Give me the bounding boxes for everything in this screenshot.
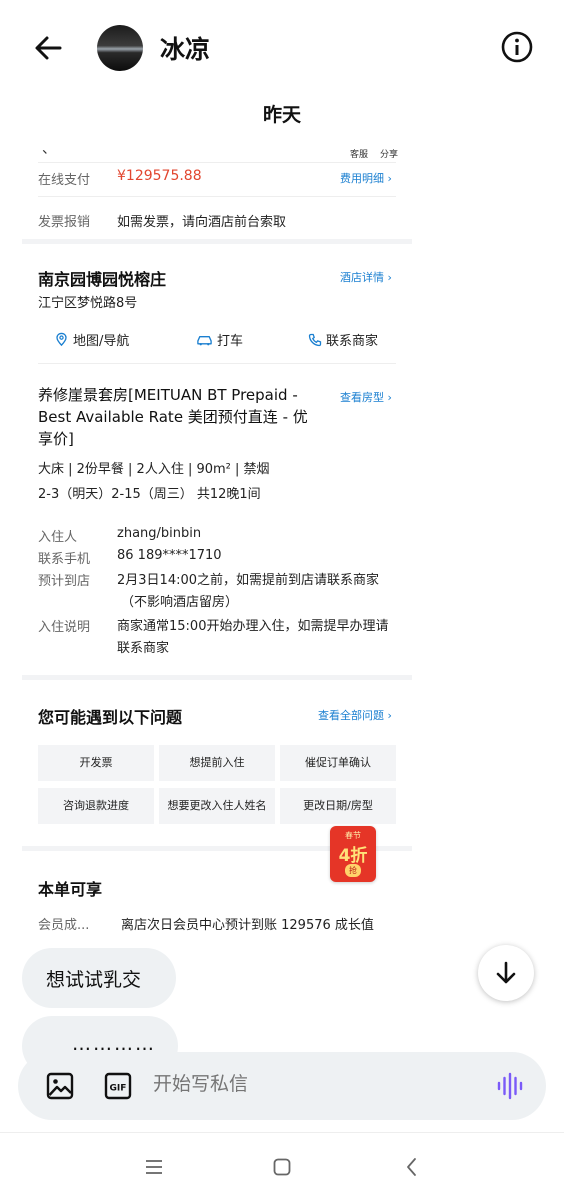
faq-item[interactable]: 想要更改入住人姓名 — [159, 788, 275, 824]
taxi-button[interactable]: 打车 — [196, 330, 243, 349]
promo-main-text: 4折 — [338, 846, 368, 866]
voice-waveform-icon[interactable] — [496, 1072, 524, 1100]
section-separator — [22, 675, 412, 680]
payment-amount: ¥129575.88 — [117, 168, 202, 184]
promo-top-text: 春节 — [345, 831, 361, 840]
room-dates: 2-3（明天）2-15（周三） 共12晚1间 — [38, 487, 261, 502]
location-pin-icon — [56, 332, 67, 347]
checkin-text: 商家通常15:00开始办理入住，如需提早办理请 联系商家 — [117, 616, 388, 660]
guest-value: zhang/binbin — [117, 526, 202, 541]
invoice-label: 发票报销 — [38, 215, 91, 230]
recent-apps-icon[interactable] — [144, 1157, 164, 1177]
arrival-label: 预计到店 — [38, 574, 91, 589]
checkin-line: 商家通常15:00开始办理入住，如需提早办理请 — [117, 619, 389, 634]
arrival-line: （不影响酒店留房） — [121, 595, 239, 610]
section-separator — [22, 239, 412, 244]
message-input[interactable] — [153, 1073, 473, 1095]
faq-item[interactable]: 咨询退款进度 — [38, 788, 154, 824]
promo-badge[interactable]: 春节 4折 抢 — [330, 826, 376, 882]
divider — [38, 196, 396, 197]
room-title-line: 养修崖景套房[MEITUAN BT Prepaid - — [38, 386, 298, 404]
room-title-line: 享价] — [38, 430, 74, 448]
guest-label: 入住人 — [38, 530, 78, 545]
phone-label: 联系手机 — [38, 552, 91, 567]
back-arrow-icon[interactable] — [30, 30, 66, 66]
room-specs: 大床 | 2份早餐 | 2人入住 | 90m² | 禁烟 — [38, 462, 270, 477]
svg-text:GIF: GIF — [110, 1084, 127, 1094]
invoice-text: 如需发票，请向酒店前台索取 — [117, 215, 287, 230]
phone-icon — [308, 333, 322, 346]
system-navigation-bar — [0, 1132, 564, 1201]
faq-all-link[interactable]: 查看全部问题 › — [318, 707, 392, 723]
contact-name[interactable]: 冰凉 — [160, 30, 210, 66]
faq-item[interactable]: 开发票 — [38, 745, 154, 781]
hotel-name: 南京园博园悦榕庄 — [38, 270, 167, 289]
arrow-down-icon — [496, 961, 516, 984]
hotel-address: 江宁区梦悦路8号 — [38, 296, 138, 311]
taxi-label: 打车 — [217, 334, 244, 349]
car-icon — [197, 335, 212, 345]
order-top-mark: 、 — [42, 141, 56, 157]
room-title: 养修崖景套房[MEITUAN BT Prepaid - Best Availab… — [38, 384, 308, 450]
customer-service-link[interactable]: 客服 — [350, 147, 368, 160]
map-navigation-label: 地图/导航 — [73, 334, 130, 349]
member-label: 会员成... — [38, 918, 90, 933]
home-icon[interactable] — [272, 1157, 292, 1177]
map-navigation-button[interactable]: 地图/导航 — [54, 330, 129, 349]
faq-title: 您可能遇到以下问题 — [38, 708, 183, 727]
payment-label: 在线支付 — [38, 173, 91, 188]
date-divider: 昨天 — [262, 104, 301, 126]
member-text: 离店次日会员中心预计到账 129576 成长值 — [121, 918, 374, 933]
order-card-image[interactable]: 、 客服 分享 在线支付 ¥129575.88 费用明细 › 发票报销 如需发票… — [22, 138, 412, 1048]
room-type-link[interactable]: 查看房型 › — [340, 389, 392, 405]
promo-grab-text: 抢 — [345, 864, 361, 877]
info-icon[interactable] — [500, 30, 534, 64]
suggestion-text: 想试试乳交 — [46, 969, 142, 991]
scroll-to-bottom-button[interactable] — [478, 945, 534, 1001]
divider — [38, 363, 396, 364]
contact-merchant-label: 联系商家 — [326, 334, 379, 349]
checkin-line: 联系商家 — [117, 641, 170, 656]
faq-item[interactable]: 催促订单确认 — [280, 745, 396, 781]
arrival-line: 2月3日14:00之前，如需提前到店请联系商家 — [117, 573, 380, 588]
checkin-label: 入住说明 — [38, 620, 91, 635]
contact-merchant-button[interactable]: 联系商家 — [308, 330, 378, 349]
share-title: 本单可享 — [38, 880, 103, 899]
faq-item[interactable]: 想提前入住 — [159, 745, 275, 781]
phone-value: 86 189****1710 — [117, 548, 222, 563]
room-title-line: Best Available Rate 美团预付直连 - 优 — [38, 408, 308, 426]
gif-icon[interactable]: GIF — [104, 1072, 132, 1100]
hotel-detail-link[interactable]: 酒店详情 › — [340, 269, 392, 285]
cost-detail-link[interactable]: 费用明细 › — [340, 170, 392, 186]
chat-header: 冰凉 — [0, 0, 564, 95]
faq-item[interactable]: 更改日期/房型 — [280, 788, 396, 824]
avatar[interactable] — [97, 25, 143, 71]
suggestion-bubble[interactable]: 想试试乳交 — [22, 948, 176, 1008]
image-icon[interactable] — [46, 1072, 74, 1100]
share-link[interactable]: 分享 — [380, 147, 398, 160]
divider — [38, 162, 396, 163]
system-back-icon[interactable] — [402, 1157, 422, 1177]
message-composer[interactable]: GIF — [18, 1052, 546, 1120]
arrival-text: 2月3日14:00之前，如需提前到店请联系商家 （不影响酒店留房） — [117, 570, 379, 614]
